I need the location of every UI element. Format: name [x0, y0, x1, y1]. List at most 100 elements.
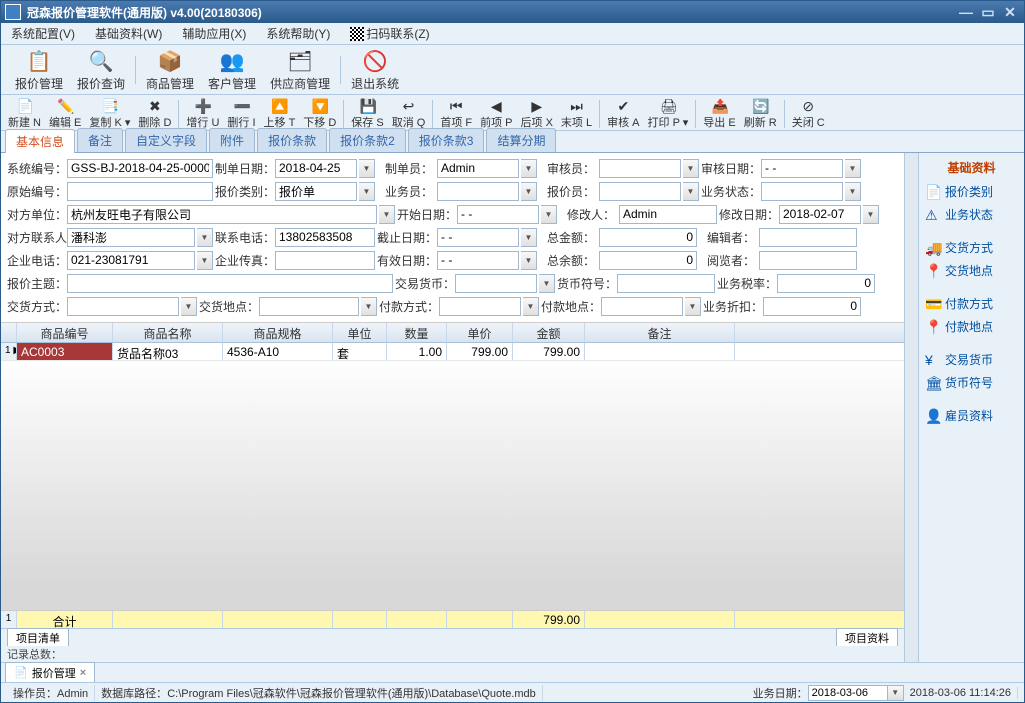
side-item-1-0[interactable]: 🚚交货方式 — [921, 236, 1022, 259]
dd-createdate[interactable]: ▼ — [359, 159, 375, 178]
input-paymethod[interactable] — [439, 297, 521, 316]
cell-unit[interactable]: 套 — [333, 343, 387, 360]
input-editor[interactable] — [759, 228, 857, 247]
doc-tab-quote[interactable]: 📄 报价管理 × — [5, 662, 95, 684]
action-上移[interactable]: 🔼上移 T — [261, 97, 299, 131]
input-party[interactable] — [67, 205, 377, 224]
action-增行[interactable]: ➕增行 U — [183, 97, 222, 131]
dd-enddate[interactable]: ▼ — [521, 228, 537, 247]
input-quoter[interactable] — [599, 182, 681, 201]
tab-2[interactable]: 自定义字段 — [125, 128, 207, 152]
input-contact[interactable] — [67, 228, 195, 247]
doc-tab-close-icon[interactable]: × — [80, 667, 86, 679]
dd-deliveryloc[interactable]: ▼ — [361, 297, 377, 316]
input-payloc[interactable] — [601, 297, 683, 316]
input-discount[interactable] — [763, 297, 861, 316]
main-tb-2[interactable]: 📦商品管理 — [140, 45, 200, 94]
cell-name[interactable]: 货品名称03 — [113, 343, 223, 360]
input-totalamt[interactable] — [599, 228, 697, 247]
dd-creator[interactable]: ▼ — [521, 159, 537, 178]
input-auditor[interactable] — [599, 159, 681, 178]
dd-salesman[interactable]: ▼ — [521, 182, 537, 201]
col-price[interactable]: 单价 — [447, 323, 513, 342]
dd-delivery[interactable]: ▼ — [181, 297, 197, 316]
col-amount[interactable]: 金额 — [513, 323, 585, 342]
action-取消[interactable]: ↩取消 Q — [389, 97, 429, 131]
input-modifier[interactable] — [619, 205, 717, 224]
input-sysno[interactable] — [67, 159, 213, 178]
side-item-2-0[interactable]: 💳付款方式 — [921, 292, 1022, 315]
menu-help[interactable]: 系统帮助(Y) — [260, 23, 336, 44]
sb-bizdate-dd[interactable]: ▼ — [888, 685, 904, 701]
tab-6[interactable]: 报价条款3 — [408, 128, 485, 152]
action-删行[interactable]: ➖删行 I — [224, 97, 258, 131]
action-下移[interactable]: 🔽下移 D — [300, 97, 339, 131]
tab-5[interactable]: 报价条款2 — [329, 128, 406, 152]
input-createdate[interactable] — [275, 159, 357, 178]
side-item-4-0[interactable]: 👤雇员资料 — [921, 404, 1022, 427]
action-关闭[interactable]: ⊘关闭 C — [789, 97, 828, 131]
tab-4[interactable]: 报价条款 — [257, 128, 327, 152]
input-corpphone[interactable] — [67, 251, 195, 270]
col-qty[interactable]: 数量 — [387, 323, 447, 342]
cell-amount[interactable]: 799.00 — [513, 343, 585, 360]
close-button[interactable]: ✕ — [1000, 4, 1020, 20]
table-row[interactable]: 1 ▶ AC0003 货品名称03 4536-A10 套 1.00 799.00… — [1, 343, 904, 361]
input-startdate[interactable] — [457, 205, 539, 224]
side-item-1-1[interactable]: 📍交货地点 — [921, 259, 1022, 282]
col-spec[interactable]: 商品规格 — [223, 323, 333, 342]
minimize-button[interactable]: — — [956, 4, 976, 20]
dd-currency[interactable]: ▼ — [539, 274, 555, 293]
action-末项[interactable]: ⏭末项 L — [558, 97, 595, 131]
dd-bizstate[interactable]: ▼ — [845, 182, 861, 201]
input-bizstate[interactable] — [761, 182, 843, 201]
input-phone[interactable] — [275, 228, 375, 247]
cell-qty[interactable]: 1.00 — [387, 343, 447, 360]
bottom-tab-right[interactable]: 项目资料 — [836, 628, 898, 648]
input-delivery[interactable] — [67, 297, 179, 316]
action-复制[interactable]: 📑复制 K ▾ — [86, 97, 133, 131]
side-item-0-1[interactable]: ⚠业务状态 — [921, 203, 1022, 226]
input-currency[interactable] — [455, 274, 537, 293]
action-编辑[interactable]: ✏️编辑 E — [46, 97, 84, 131]
action-首项[interactable]: ⏮首项 F — [437, 97, 475, 131]
main-tb-0[interactable]: 📋报价管理 — [9, 45, 69, 94]
input-auditdate[interactable] — [761, 159, 843, 178]
dd-validdate[interactable]: ▼ — [521, 251, 537, 270]
input-remain[interactable] — [599, 251, 697, 270]
dd-payloc[interactable]: ▼ — [685, 297, 701, 316]
dd-startdate[interactable]: ▼ — [541, 205, 557, 224]
action-删除[interactable]: ✖删除 D — [135, 97, 174, 131]
dd-party[interactable]: ▼ — [379, 205, 395, 224]
maximize-button[interactable]: ▭ — [978, 4, 998, 20]
bottom-tab-left[interactable]: 项目清单 — [7, 628, 69, 648]
dd-quotetype[interactable]: ▼ — [359, 182, 375, 201]
input-viewer[interactable] — [759, 251, 857, 270]
side-item-0-0[interactable]: 📄报价类别 — [921, 180, 1022, 203]
main-tb-1[interactable]: 🔍报价查询 — [71, 45, 131, 94]
col-name[interactable]: 商品名称 — [113, 323, 223, 342]
menu-qr-contact[interactable]: 扫码联系(Z) — [344, 23, 435, 44]
side-item-3-1[interactable]: 🏛货币符号 — [921, 371, 1022, 394]
sb-bizdate-input[interactable] — [808, 685, 888, 701]
action-审核[interactable]: ✔审核 A — [604, 97, 642, 131]
cell-code[interactable]: AC0003 — [17, 343, 113, 360]
dd-contact[interactable]: ▼ — [197, 228, 213, 247]
tab-7[interactable]: 结算分期 — [486, 128, 556, 152]
input-modifydate[interactable] — [779, 205, 861, 224]
action-前项[interactable]: ◀前项 P — [477, 97, 515, 131]
main-tb-3[interactable]: 👥客户管理 — [202, 45, 262, 94]
grid-body[interactable]: 1 ▶ AC0003 货品名称03 4536-A10 套 1.00 799.00… — [1, 343, 904, 610]
input-salesman[interactable] — [437, 182, 519, 201]
action-刷新[interactable]: 🔄刷新 R — [741, 97, 780, 131]
dd-quoter[interactable]: ▼ — [683, 182, 699, 201]
tab-1[interactable]: 备注 — [77, 128, 123, 152]
input-enddate[interactable] — [437, 228, 519, 247]
input-validdate[interactable] — [437, 251, 519, 270]
dd-auditdate[interactable]: ▼ — [845, 159, 861, 178]
side-item-2-1[interactable]: 📍付款地点 — [921, 315, 1022, 338]
tab-3[interactable]: 附件 — [209, 128, 255, 152]
dd-corpphone[interactable]: ▼ — [197, 251, 213, 270]
input-symbol[interactable] — [617, 274, 715, 293]
action-新建[interactable]: 📄新建 N — [5, 97, 44, 131]
